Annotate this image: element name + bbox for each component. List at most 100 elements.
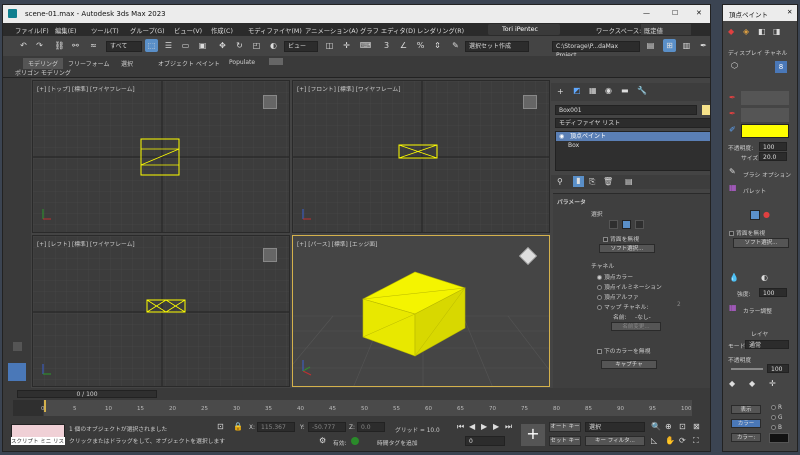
show-end-result-icon[interactable]: ▮ (573, 176, 584, 187)
color-adjust-icon[interactable]: ▦ (729, 303, 737, 312)
panel-ignore-backface[interactable]: 背面を無視 (729, 228, 765, 237)
undo-icon[interactable]: ↶ (17, 39, 30, 52)
script-mini-listener[interactable]: スクリプト ミニ リス (11, 437, 65, 445)
field-of-view-icon[interactable]: ◺ (651, 436, 657, 445)
motion-tab-icon[interactable]: ◉ (605, 86, 612, 95)
goto-end-icon[interactable]: ⏭ (505, 422, 512, 432)
unlink-icon[interactable]: ⚯ (69, 39, 82, 52)
x-coord-field[interactable]: 115.367 (257, 422, 295, 432)
viewport-top-label[interactable]: [+] [トップ] [標準] [ワイヤフレーム] (37, 84, 135, 93)
layer-options-icon[interactable]: ✛ (769, 379, 776, 388)
channel-cube-icon[interactable]: ⬡ (731, 61, 738, 70)
auto-key-button[interactable]: オート キー (549, 422, 581, 432)
radio-r[interactable]: R (771, 405, 782, 411)
maximize-button[interactable]: ☐ (672, 9, 678, 17)
eye-icon[interactable]: ◉ (559, 133, 564, 140)
brush-options-label[interactable]: ブラシ オプション (743, 170, 791, 179)
size-field[interactable]: 20.0 (759, 152, 787, 161)
addtime-icon[interactable]: ⚙ (319, 436, 326, 445)
expand-arrow-icon[interactable] (13, 342, 22, 351)
viewport-front[interactable]: [+] [フロント] [標準] [ワイヤフレーム] (292, 80, 550, 233)
bind-space-warp-icon[interactable]: ≈ (87, 39, 100, 52)
menu-create[interactable]: 作成(C) (211, 26, 233, 35)
viewport-layout-icon[interactable]: ⊞ (663, 39, 676, 52)
menu-group[interactable]: グループ(G) (130, 26, 165, 35)
user-account[interactable]: Tori iPentec (488, 24, 560, 35)
element-select-icon[interactable] (635, 220, 644, 229)
ignore-backface-checkbox[interactable]: 背面を無視 (603, 234, 639, 243)
channel-button[interactable]: カラー (731, 419, 761, 428)
viewcube-icon[interactable] (263, 248, 277, 262)
ribbon-tab-freeform[interactable]: フリーフォーム (68, 59, 109, 68)
display-button[interactable]: 表示 (731, 405, 761, 414)
viewport-left-label[interactable]: [+] [レフト] [標準] [ワイヤフレーム] (37, 239, 135, 248)
menu-animation[interactable]: アニメーション(A) (305, 26, 358, 35)
ribbon-subpanel[interactable]: ポリゴン モデリング (15, 68, 71, 77)
panel-close-button[interactable]: ✕ (787, 8, 792, 16)
erase-tool-button[interactable] (741, 108, 789, 122)
parameters-title[interactable]: パラメータ (557, 197, 586, 206)
ribbon-tab-selection[interactable]: 選択 (121, 59, 133, 68)
vertex-color-display-icon[interactable]: ◈ (743, 27, 749, 36)
paint-all-icon[interactable]: ◆ (728, 27, 734, 36)
viewport-persp-label[interactable]: [+] [パース] [標準] [エッジ面] (297, 239, 377, 248)
pan-icon[interactable]: ✋ (665, 436, 675, 445)
palette-label[interactable]: パレット (743, 186, 766, 195)
paint-color-swatch[interactable] (741, 124, 789, 138)
radio-vertex-illum[interactable]: 頂点イルミネーション (597, 282, 662, 291)
maximize-viewport-icon[interactable]: ⛶ (693, 436, 699, 446)
project-path-field[interactable]: C:\Storage\P...daMax Project (552, 41, 640, 59)
radio-vertex-alpha[interactable]: 頂点アルファ (597, 292, 639, 301)
play-icon[interactable]: ▶ (481, 422, 487, 431)
set-key-button[interactable]: セット キー (549, 436, 581, 446)
rotate-icon[interactable]: ↻ (233, 39, 246, 52)
menu-file[interactable]: ファイル(F) (15, 26, 49, 35)
viewport-layout-tab[interactable] (8, 363, 26, 381)
ribbon-tab-populate[interactable]: Populate (229, 59, 255, 66)
viewcube-icon[interactable] (523, 95, 537, 109)
modifier-list-dropdown[interactable]: モディファイヤ リスト (555, 118, 710, 128)
menu-edit[interactable]: 編集(E) (55, 26, 77, 35)
paint-tool-button[interactable] (741, 91, 789, 105)
close-button[interactable]: ✕ (696, 9, 702, 17)
scale-icon[interactable]: ◰ (250, 39, 263, 52)
shaded-display-icon[interactable]: ◧ (758, 27, 766, 36)
strength-field[interactable]: 100 (759, 288, 787, 297)
vertex-select-icon[interactable] (609, 220, 618, 229)
color-swatch-black[interactable] (769, 433, 789, 443)
utilities-tab-icon[interactable]: 🔧 (637, 86, 647, 95)
select-by-name-icon[interactable]: ☰ (162, 39, 175, 52)
snap-3d-icon[interactable]: 3 (380, 39, 393, 52)
channel-number-button[interactable]: 8 (775, 61, 787, 73)
condense-layer-icon[interactable]: ◆ (749, 379, 755, 388)
soft-selection-button[interactable]: ソフト選択... (599, 244, 655, 253)
viewport-front-label[interactable]: [+] [フロント] [標準] [ワイヤフレーム] (297, 84, 401, 93)
angle-snap-icon[interactable]: ∠ (397, 39, 410, 52)
zoom-extents-all-icon[interactable]: ⊠ (693, 422, 700, 431)
key-filters-button[interactable]: キー フィルタ... (585, 436, 645, 446)
isolate-icon[interactable]: ⊡ (217, 422, 224, 431)
select-object-icon[interactable]: ⬚ (145, 39, 158, 52)
lock-icon[interactable]: 🔒 (233, 422, 243, 431)
link-icon[interactable]: ⛓ (53, 39, 66, 52)
pivot-icon[interactable]: ◫ (323, 39, 336, 52)
blur-brush-icon[interactable]: 💧 (729, 273, 739, 282)
z-coord-field[interactable]: 0.0 (357, 422, 385, 432)
opacity2-slider[interactable] (731, 368, 763, 370)
disable-texture-icon[interactable]: ◨ (773, 27, 781, 36)
color-adjust-label[interactable]: カラー調整 (743, 306, 772, 315)
object-color-swatch[interactable] (702, 105, 710, 115)
percent-snap-icon[interactable]: % (414, 39, 427, 52)
face-mode-button[interactable] (750, 210, 760, 220)
paint-brush-icon[interactable]: ✒ (697, 39, 710, 52)
next-frame-icon[interactable]: ▶ (493, 422, 499, 431)
hierarchy-tab-icon[interactable]: ▦ (589, 86, 597, 95)
palette-icon[interactable]: ▦ (729, 183, 737, 192)
viewport-perspective[interactable]: [+] [パース] [標準] [エッジ面] (292, 235, 550, 387)
make-unique-icon[interactable]: ⎘ (589, 177, 595, 187)
remove-modifier-icon[interactable]: 🗑 (603, 177, 613, 186)
menu-graph-editors[interactable]: グラフ エディタ(D) (360, 26, 415, 35)
keyboard-shortcut-icon[interactable]: ⌨ (359, 39, 372, 52)
auto-key-indicator[interactable] (351, 437, 359, 445)
configure-modifier-icon[interactable]: ▤ (625, 177, 633, 186)
